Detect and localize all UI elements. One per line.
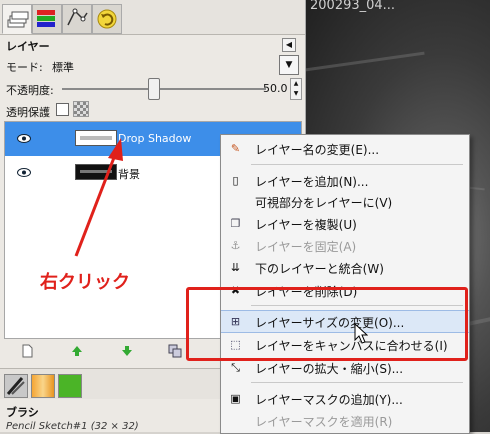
annotation-label: 右クリック (40, 272, 130, 293)
layer-context-menu: ✎ レイヤー名の変更(E)... ▯ レイヤーを追加(N)... 可視部分をレイ… (220, 134, 470, 434)
menu-item-merge-down[interactable]: ⇊ 下のレイヤーと統合(W) (221, 257, 469, 278)
tab-gradients[interactable] (58, 374, 82, 398)
raise-layer-icon[interactable] (70, 344, 84, 358)
menu-item-apply-layer-mask[interactable]: レイヤーマスクを適用(R) (221, 410, 469, 431)
brush-panel-title: ブラシ (6, 406, 39, 419)
canvas-streak (305, 51, 425, 72)
add-mask-icon: ▣ (230, 392, 241, 405)
lower-layer-icon[interactable] (120, 344, 134, 358)
pencil-icon: ✎ (230, 142, 241, 155)
anchor-icon: ⚓ (230, 239, 241, 252)
scale-layer-icon: ⤡ (231, 361, 240, 374)
menu-item-anchor-layer[interactable]: ⚓ レイヤーを固定(A) (221, 235, 469, 256)
menu-item-add-layer-mask[interactable]: ▣ レイヤーマスクの追加(Y)... (221, 388, 469, 409)
brush-name: Pencil Sketch#1 (32 × 32) (6, 421, 139, 432)
menu-item-duplicate-layer[interactable]: ❐ レイヤーを複製(U) (221, 213, 469, 234)
menu-item-new-layer[interactable]: ▯ レイヤーを追加(N)... (221, 170, 469, 191)
mouse-cursor-icon (354, 323, 368, 344)
tab-brushes[interactable] (4, 374, 28, 398)
menu-item-new-from-visible[interactable]: 可視部分をレイヤーに(V) (221, 191, 469, 212)
new-layer-icon[interactable] (20, 344, 34, 358)
menu-item-rename-layer[interactable]: ✎ レイヤー名の変更(E)... (221, 138, 469, 159)
menu-separator (251, 164, 463, 165)
new-layer-icon: ▯ (232, 174, 239, 187)
menu-separator (251, 382, 463, 383)
highlight-box (186, 287, 468, 361)
brushes-icon (6, 377, 25, 395)
merge-down-icon: ⇊ (230, 261, 241, 274)
tab-patterns[interactable] (31, 374, 55, 398)
duplicate-layer-icon: ❐ (230, 217, 241, 230)
image-window-title: 200293_04... (310, 0, 396, 13)
duplicate-layer-icon[interactable] (168, 344, 182, 358)
